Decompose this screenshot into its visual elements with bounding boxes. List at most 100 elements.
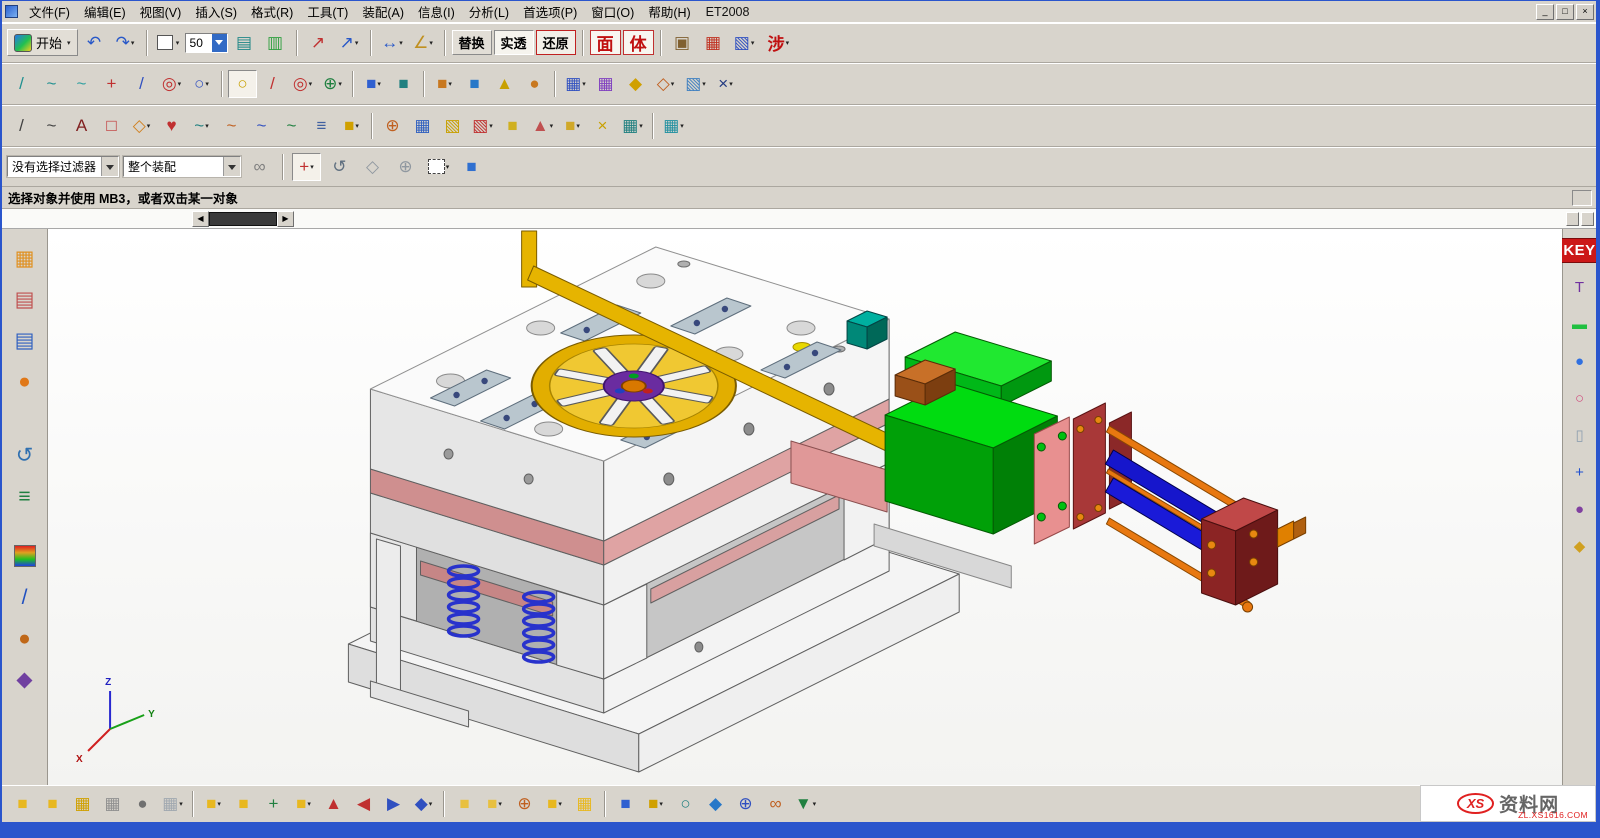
cube-red-icon[interactable]: ▦ (699, 29, 728, 57)
extrude-icon[interactable]: ■▾ (359, 70, 388, 98)
history-palette-icon[interactable]: ↺ (7, 438, 43, 472)
delete-face-icon[interactable]: ▧▾ (468, 112, 497, 140)
chevron-down-icon[interactable]: ▾ (680, 122, 684, 130)
spline-icon[interactable]: ~ (217, 112, 246, 140)
tube-tool-icon[interactable]: ■▾ (337, 112, 366, 140)
chevron-down-icon[interactable]: ▾ (355, 39, 359, 47)
start-button[interactable]: 开始 ▾ (7, 29, 78, 56)
arrangements-icon[interactable]: ○ (671, 790, 700, 818)
polygon-icon[interactable]: ◇▾ (127, 112, 156, 140)
block-icon[interactable]: ■▾ (430, 70, 459, 98)
art-spline-icon[interactable]: ♥ (157, 112, 186, 140)
circle-icon[interactable]: ○▾ (187, 70, 216, 98)
profile-line-icon[interactable]: / (7, 112, 36, 140)
transform-icon[interactable]: ▦ (408, 112, 437, 140)
chevron-down-icon[interactable] (223, 157, 240, 176)
touch-icon[interactable]: ◆ (7, 662, 43, 696)
minimize-button[interactable]: _ (1536, 4, 1554, 20)
edge-blend-icon[interactable]: ◆ (621, 70, 650, 98)
restore-button[interactable]: □ (1556, 4, 1574, 20)
new-component-icon[interactable]: ■ (38, 790, 67, 818)
chevron-down-icon[interactable]: ▾ (702, 80, 706, 88)
reuse-library-icon[interactable]: ● (7, 364, 43, 398)
chevron-down-icon[interactable]: ▾ (338, 80, 342, 88)
molecule-icon[interactable]: ○ (1566, 385, 1593, 411)
copy-face-icon[interactable]: ▧ (438, 112, 467, 140)
mirror-left-icon[interactable]: ◀ (349, 790, 378, 818)
boolean-icon[interactable]: ⊕▾ (318, 70, 347, 98)
chevron-down-icon[interactable]: ▾ (576, 122, 580, 130)
menu-item-0[interactable]: 文件(F) (22, 0, 77, 23)
layer-settings-icon[interactable]: ▤ (230, 29, 259, 57)
replace-component-icon[interactable]: ■▾ (199, 790, 228, 818)
move-component-icon[interactable]: ■▾ (289, 790, 318, 818)
chevron-down-icon[interactable]: ▾ (217, 800, 221, 808)
stud-icon[interactable]: / (258, 70, 287, 98)
profile-arc-icon[interactable]: ~ (37, 112, 66, 140)
scroll-mini-button[interactable] (1581, 212, 1594, 226)
snap-view-icon[interactable]: / (7, 70, 36, 98)
view-orient-cube-icon[interactable]: ■ (457, 153, 486, 181)
blob-icon[interactable]: ● (1566, 496, 1593, 522)
selection-filter-combo[interactable]: 没有选择过滤器 (7, 156, 119, 177)
helix-icon[interactable]: ~ (277, 112, 306, 140)
snap-point-icon[interactable]: +▾ (292, 153, 321, 181)
chevron-down-icon[interactable]: ▾ (377, 80, 381, 88)
revolve-icon[interactable]: ■ (389, 70, 418, 98)
scroll-mini-button[interactable] (1566, 212, 1579, 226)
chevron-down-icon[interactable]: ▾ (310, 163, 314, 171)
chevron-down-icon[interactable]: ▾ (429, 800, 433, 808)
add-component-icon[interactable]: ■ (8, 790, 37, 818)
chevron-down-icon[interactable]: ▾ (446, 163, 450, 171)
simplify-icon[interactable]: ▲▾ (528, 112, 557, 140)
chevron-down-icon[interactable]: ▾ (659, 800, 663, 808)
more-tools-icon[interactable]: ▦▾ (659, 112, 688, 140)
chevron-down-icon[interactable]: ▾ (489, 122, 493, 130)
constraint-navigator-icon[interactable]: ▤ (7, 282, 43, 316)
chevron-down-icon[interactable]: ▾ (355, 122, 359, 130)
constraint-icon[interactable]: ×▾ (711, 70, 740, 98)
mirror-assembly-icon[interactable]: ◆▾ (409, 790, 438, 818)
move-rotate-icon[interactable]: ⊕ (510, 790, 539, 818)
curve-icon[interactable]: ~ (67, 70, 96, 98)
studio-spline-icon[interactable]: ~ (37, 70, 66, 98)
wade-button[interactable]: 涉 ▾ (761, 30, 797, 55)
chevron-down-icon[interactable]: ▾ (729, 80, 733, 88)
menu-item-3[interactable]: 插入(S) (188, 0, 244, 23)
restore-display-button[interactable]: 还原 (536, 30, 576, 55)
suppress-component-icon[interactable]: ■ (450, 790, 479, 818)
assembly-constraint-icon[interactable]: ▲ (319, 790, 348, 818)
chevron-down-icon[interactable]: ▾ (558, 800, 562, 808)
text-icon[interactable]: A (67, 112, 96, 140)
chevron-down-icon[interactable]: ▾ (205, 122, 209, 130)
curve-mesh-icon[interactable]: ~ (247, 112, 276, 140)
scroll-left-button[interactable]: ◀ (192, 211, 209, 227)
pattern-component-icon[interactable]: ■▾ (540, 790, 569, 818)
menu-item-5[interactable]: 工具(T) (300, 0, 355, 23)
interference-icon[interactable]: ⊕ (731, 790, 760, 818)
chevron-down-icon[interactable]: ▾ (671, 80, 675, 88)
sphere-icon[interactable]: ● (520, 70, 549, 98)
chevron-down-icon[interactable]: ▾ (813, 800, 817, 808)
slider-assembly[interactable] (885, 332, 1057, 534)
cylinder-icon[interactable]: ■ (460, 70, 489, 98)
chevron-down-icon[interactable]: ▾ (309, 80, 313, 88)
key-icon[interactable]: KEY (1566, 237, 1593, 263)
color-palette-icon[interactable] (7, 539, 43, 573)
chevron-down-icon[interactable]: ▾ (399, 39, 403, 47)
wrap-icon[interactable]: × (588, 112, 617, 140)
mirror-right-icon[interactable]: ▶ (379, 790, 408, 818)
select-rect-icon[interactable]: ▾ (424, 153, 453, 181)
part-navigator-icon[interactable]: ▤ (7, 323, 43, 357)
patch-icon[interactable]: ■ (498, 112, 527, 140)
shaded-view-icon[interactable]: ◇ (358, 153, 387, 181)
chevron-down-icon[interactable]: ▾ (307, 800, 311, 808)
menu-item-9[interactable]: 首选项(P) (516, 0, 584, 23)
work-layer-spinner[interactable]: 50 (185, 33, 228, 53)
line-icon[interactable]: / (127, 70, 156, 98)
chevron-down-icon[interactable]: ▾ (131, 39, 135, 47)
graphics-window[interactable]: Z Y X (48, 229, 1562, 785)
roles-icon[interactable]: ● (7, 621, 43, 655)
menu-item-8[interactable]: 分析(L) (462, 0, 516, 23)
subtract-icon[interactable]: ▦ (591, 70, 620, 98)
